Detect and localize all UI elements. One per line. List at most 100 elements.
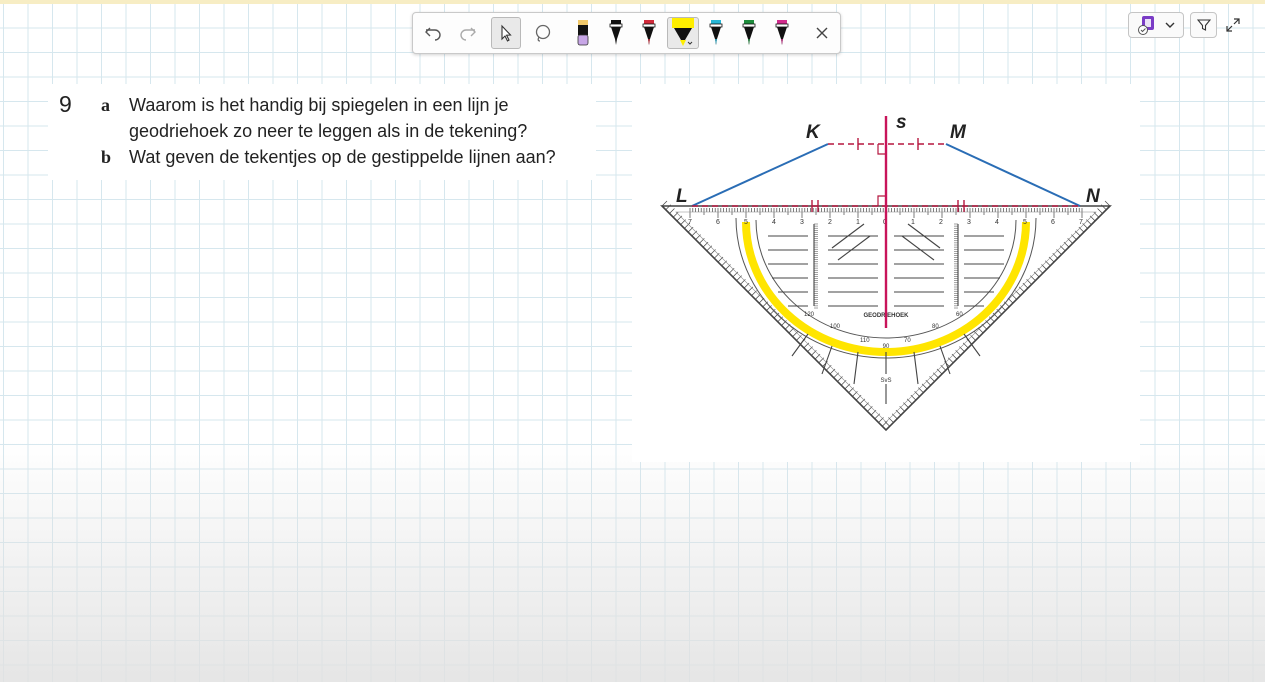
ruler-number-right: 3 (967, 219, 971, 226)
ruler-tick (807, 346, 813, 352)
ruler-tick (947, 357, 954, 364)
ruler-tick (840, 379, 847, 386)
ruler-tick (680, 219, 686, 225)
right-angle-mark-top (877, 144, 886, 155)
ruler-tick (1089, 215, 1096, 222)
ruler-tick (699, 238, 705, 244)
pen-magenta-icon (775, 20, 789, 45)
ruler-tick (792, 331, 798, 337)
ruler-number-right: 4 (995, 219, 999, 226)
filter-button[interactable] (1190, 12, 1217, 38)
drawing-toolbar (412, 12, 841, 54)
pen-green-icon (742, 20, 756, 45)
ruler-tick (1086, 219, 1092, 225)
pen-red-button[interactable] (634, 17, 664, 49)
ruler-tick (895, 409, 902, 416)
redo-button[interactable] (453, 17, 483, 49)
ruler-tick (1071, 234, 1077, 240)
pen-magenta-button[interactable] (767, 17, 797, 49)
ruler-tick (814, 353, 821, 360)
ruler-tick (929, 376, 935, 382)
ruler-tick (721, 260, 727, 266)
ruler-tick (955, 350, 961, 356)
ruler-tick (728, 267, 735, 274)
ruler-tick (884, 421, 890, 427)
ruler-tick (933, 372, 939, 378)
question-b-text: Wat geven de tekentjes op de gestippelde… (129, 147, 556, 167)
chevron-down-icon (1165, 22, 1175, 28)
pointer-tool-button[interactable] (491, 17, 521, 49)
question-a-line1: Waarom is het handig bij spiegelen in ee… (129, 95, 509, 115)
pen-black-icon (609, 20, 623, 45)
ruler-tick (1026, 279, 1032, 285)
ruler-tick (1067, 238, 1073, 244)
pen-green-button[interactable] (734, 17, 764, 49)
ruler-tick (747, 286, 754, 293)
ruler-tick (1063, 241, 1070, 248)
pen-black-purple-button[interactable] (568, 17, 598, 49)
lasso-tool-button[interactable] (528, 17, 558, 49)
ruler-tick (1093, 211, 1100, 218)
ruler-tick (959, 346, 965, 352)
ruler-number-left: 1 (856, 219, 860, 226)
pen-black-button[interactable] (601, 17, 631, 49)
ruler-tick (1030, 275, 1036, 281)
ruler-tick (888, 417, 894, 423)
close-icon (816, 27, 828, 39)
pen-cyan-icon (709, 20, 723, 45)
ruler-number-right: 5 (1023, 219, 1027, 226)
ruler-tick (867, 406, 873, 412)
onenote-class-icon (1138, 16, 1154, 35)
ruler-number-left: 7 (688, 219, 692, 226)
question-a-line2: geodriehoek zo neer te leggen als in de … (129, 121, 528, 141)
question-b-letter: b (101, 147, 112, 167)
ruler-tick (803, 342, 810, 349)
undo-button[interactable] (418, 17, 448, 49)
ruler-tick (740, 279, 746, 285)
ruler-number-right: 1 (911, 219, 915, 226)
close-toolbar-button[interactable] (807, 17, 837, 49)
svg-text:100: 100 (830, 324, 841, 330)
ruler-tick (844, 383, 851, 390)
brand-small-label: SvS (880, 378, 891, 384)
expand-button[interactable] (1222, 12, 1244, 38)
ruler-tick (1022, 282, 1029, 289)
ruler-tick (1041, 264, 1047, 270)
ruler-tick (669, 208, 675, 214)
ruler-tick (1074, 230, 1081, 237)
ruler-tick (1052, 253, 1058, 259)
ruler-tick (870, 409, 877, 416)
ruler-tick (977, 327, 984, 334)
ruler-tick (874, 413, 881, 420)
line-s-label: s (896, 112, 907, 133)
ruler-tick (751, 290, 757, 296)
lasso-icon (535, 24, 551, 42)
point-K-label: K (806, 122, 821, 143)
ruler-tick (702, 241, 709, 248)
pen-black-purple-icon (577, 20, 589, 46)
highlighter-yellow-button[interactable] (667, 17, 699, 49)
ruler-tick (1037, 267, 1044, 274)
point-N-label: N (1086, 186, 1101, 207)
ruler-tick (921, 383, 928, 390)
pen-cyan-button[interactable] (701, 17, 731, 49)
ruler-tick (848, 387, 854, 393)
ruler-tick (925, 379, 932, 386)
ruler-tick (1033, 271, 1040, 278)
line-M-N (945, 143, 1081, 207)
ruler-tick (859, 398, 866, 405)
ruler-tick (918, 387, 924, 393)
ruler-tick (914, 391, 920, 397)
ruler-number-left: 5 (744, 219, 748, 226)
ruler-tick (951, 353, 958, 360)
ruler-tick (863, 402, 869, 408)
ruler-tick (878, 417, 884, 423)
ruler-tick (788, 327, 795, 334)
ruler-tick (882, 421, 888, 427)
ruler-tick (706, 245, 713, 252)
ruler-tick (940, 365, 946, 371)
ruler-tick (732, 271, 739, 278)
ruler-tick (970, 335, 976, 341)
question-a-letter: a (101, 95, 110, 115)
app-switcher-dropdown[interactable] (1128, 12, 1184, 38)
